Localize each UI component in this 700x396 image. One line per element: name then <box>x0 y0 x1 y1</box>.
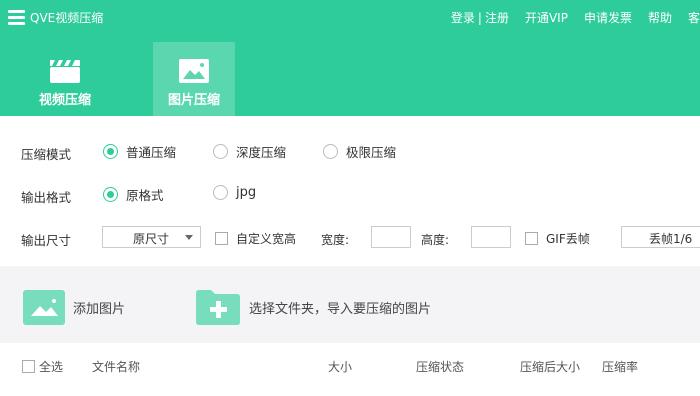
dropdown-arrow-icon <box>185 235 193 240</box>
image-icon <box>23 290 65 325</box>
radio-checked-icon <box>103 187 118 202</box>
add-image-label: 添加图片 <box>73 302 126 317</box>
compress-mode-label: 压缩模式 <box>21 147 72 162</box>
custom-size-label: 自定义宽高 <box>236 232 297 246</box>
format-original-radio[interactable]: 原格式 <box>103 185 164 204</box>
file-table-header: 全选 文件名称 大小 压缩状态 压缩后大小 压缩率 <box>0 343 700 396</box>
app-title: QVE视频压缩 <box>30 11 104 25</box>
add-files-area: 添加图片 选择文件夹，导入要压缩的图片 <box>0 266 700 343</box>
mode-deep-label: 深度压缩 <box>236 145 287 160</box>
checkbox-icon <box>525 232 538 245</box>
width-label: 宽度: <box>321 233 350 247</box>
mode-extreme-label: 极限压缩 <box>346 145 397 160</box>
menu-divider: | <box>477 11 482 25</box>
service-link[interactable]: 客 <box>688 10 700 26</box>
format-original-label: 原格式 <box>126 188 164 203</box>
column-header-size: 大小 <box>328 360 353 374</box>
login-link[interactable]: 登录 <box>451 10 475 26</box>
add-folder-label: 选择文件夹，导入要压缩的图片 <box>249 301 432 317</box>
tab-label: 图片压缩 <box>167 93 220 108</box>
tab-label: 视频压缩 <box>38 93 91 108</box>
top-menu: 登录 | 注册 开通VIP 申请发票 帮助 客 <box>451 10 700 26</box>
width-input[interactable] <box>371 226 411 248</box>
output-size-row: 输出尺寸 原尺寸 自定义宽高 宽度: 高度: GIF丢帧 丢帧1/6 <box>0 226 700 250</box>
format-jpg-label: jpg <box>236 185 257 200</box>
title-bar: QVE视频压缩 登录 | 注册 开通VIP 申请发票 帮助 客 <box>0 0 700 36</box>
output-format-label: 输出格式 <box>21 190 72 205</box>
tab-image-compress[interactable]: 图片压缩 <box>153 42 235 116</box>
app-logo-icon <box>8 10 25 25</box>
image-icon <box>179 59 209 83</box>
invoice-link[interactable]: 申请发票 <box>584 10 632 26</box>
mode-normal-label: 普通压缩 <box>126 145 177 160</box>
height-label: 高度: <box>421 233 450 247</box>
column-header-filename: 文件名称 <box>92 360 141 374</box>
help-link[interactable]: 帮助 <box>648 10 672 26</box>
radio-unchecked-icon <box>213 185 228 200</box>
checkbox-icon <box>215 232 228 245</box>
register-link[interactable]: 注册 <box>485 10 509 26</box>
height-input[interactable] <box>471 226 511 248</box>
radio-unchecked-icon <box>213 144 228 159</box>
gif-drop-select[interactable]: 丢帧1/6 <box>621 226 700 248</box>
column-header-compressed-size: 压缩后大小 <box>520 360 581 374</box>
gif-drop-label: GIF丢帧 <box>546 232 590 246</box>
app-header: QVE视频压缩 登录 | 注册 开通VIP 申请发票 帮助 客 视频压缩 图片压… <box>0 0 700 116</box>
compress-mode-row: 压缩模式 普通压缩 深度压缩 极限压缩 <box>0 140 700 164</box>
output-size-label: 输出尺寸 <box>21 233 72 248</box>
gif-drop-checkbox[interactable]: GIF丢帧 <box>525 230 590 247</box>
add-folder-button[interactable]: 选择文件夹，导入要压缩的图片 <box>195 288 431 326</box>
radio-unchecked-icon <box>323 144 338 159</box>
mode-normal-radio[interactable]: 普通压缩 <box>103 142 176 161</box>
size-select-value: 原尺寸 <box>133 232 170 246</box>
vip-link[interactable]: 开通VIP <box>525 10 568 26</box>
checkbox-icon <box>22 360 35 373</box>
video-clapper-icon <box>50 60 80 83</box>
format-jpg-radio[interactable]: jpg <box>213 185 256 200</box>
mode-deep-radio[interactable]: 深度压缩 <box>213 142 286 161</box>
radio-checked-icon <box>103 144 118 159</box>
output-format-row: 输出格式 原格式 jpg <box>0 183 700 207</box>
folder-add-icon <box>195 288 241 326</box>
custom-size-checkbox[interactable]: 自定义宽高 <box>215 230 296 247</box>
add-image-button[interactable]: 添加图片 <box>23 290 125 325</box>
mode-extreme-radio[interactable]: 极限压缩 <box>323 142 396 161</box>
column-header-ratio: 压缩率 <box>602 360 639 374</box>
column-header-status: 压缩状态 <box>416 360 465 374</box>
size-select[interactable]: 原尺寸 <box>102 226 201 248</box>
select-all-label: 全选 <box>39 360 64 374</box>
tab-video-compress[interactable]: 视频压缩 <box>24 42 106 116</box>
select-all-checkbox[interactable]: 全选 <box>22 358 63 375</box>
gif-drop-value: 丢帧1/6 <box>649 232 693 246</box>
